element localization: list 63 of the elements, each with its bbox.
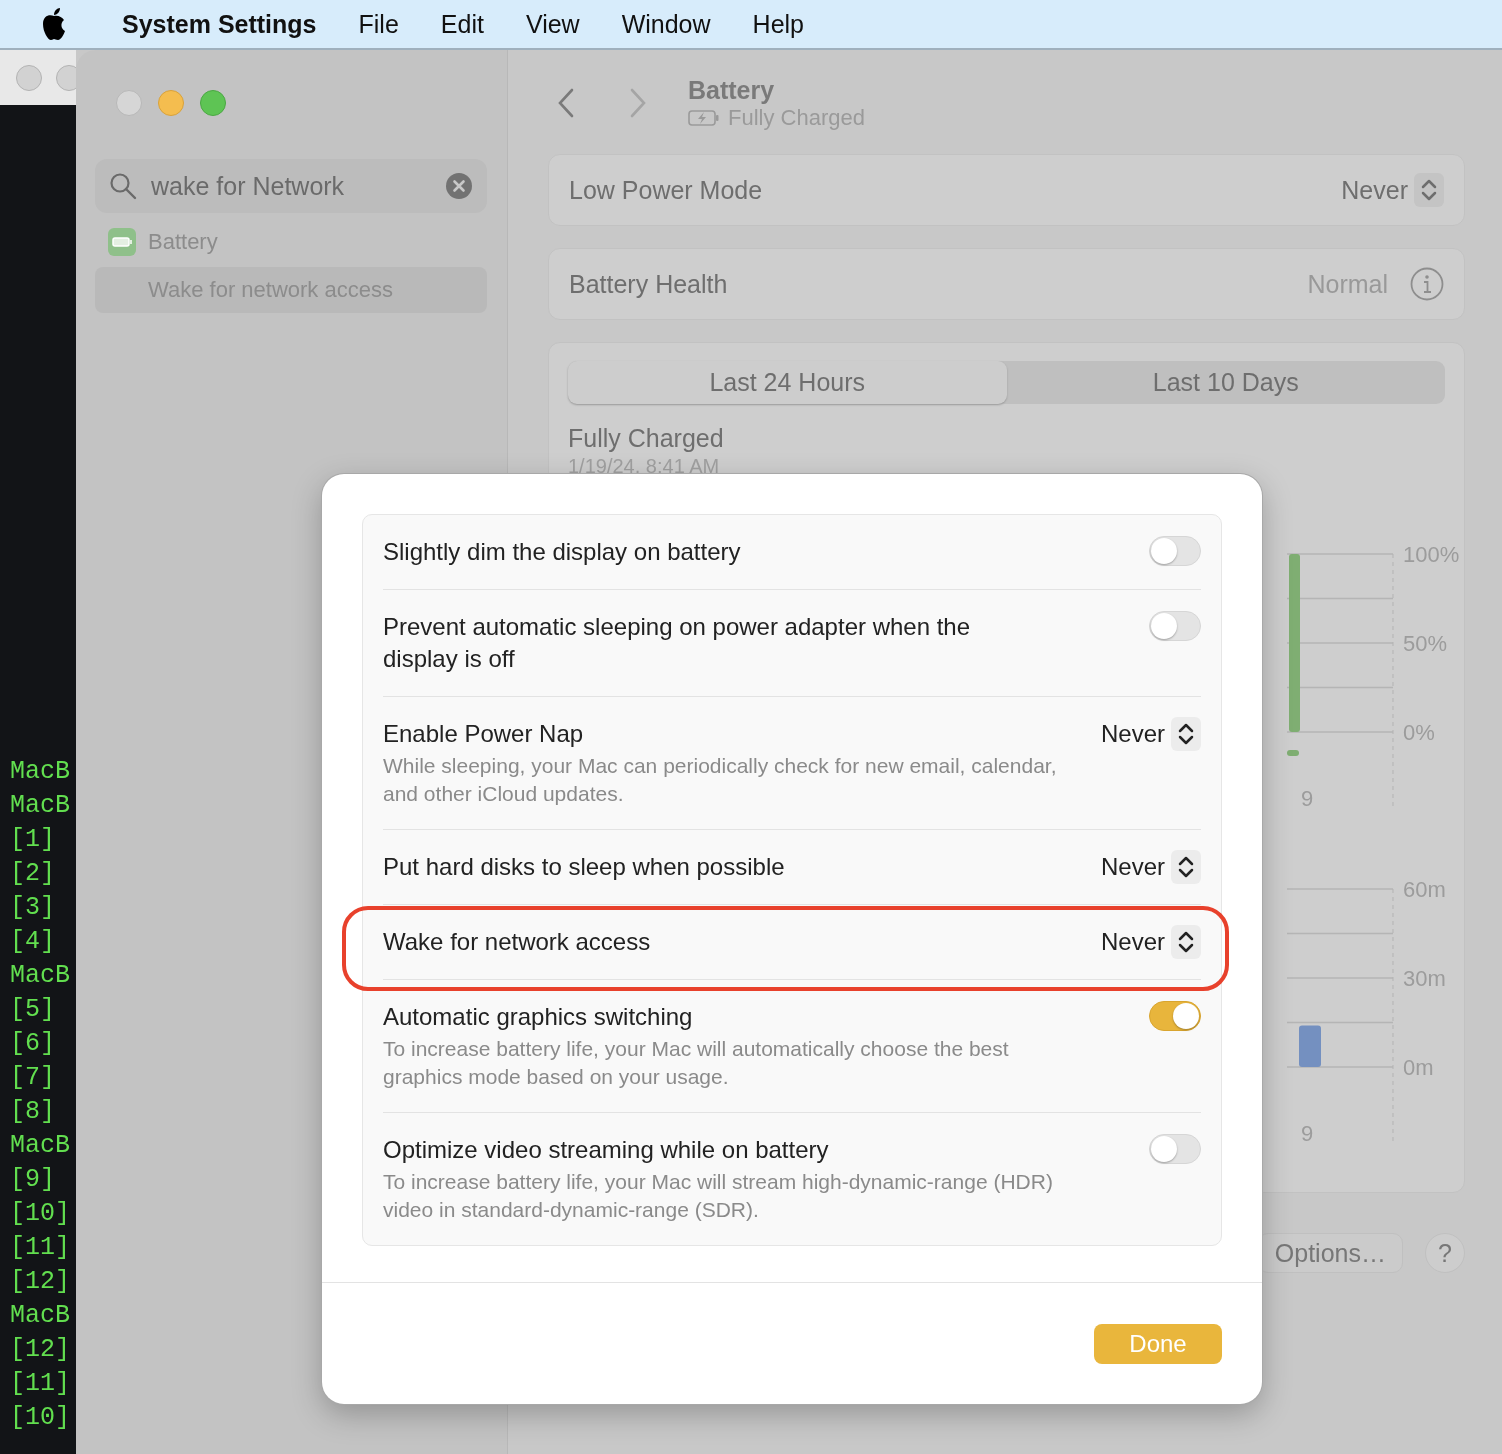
setting-label: Automatic graphics switching	[383, 1002, 694, 1032]
setting-label: Low Power Mode	[569, 175, 764, 205]
toggle-switch[interactable]	[1149, 536, 1201, 566]
terminal-line: [10]	[10, 1198, 71, 1230]
page-title: Battery	[688, 75, 776, 105]
search-icon	[109, 172, 137, 200]
menu-item[interactable]: File	[358, 9, 399, 39]
back-icon[interactable]	[556, 87, 576, 119]
clear-icon[interactable]	[445, 172, 473, 200]
setting-label: Prevent automatic sleeping on power adapter when the display is off	[383, 612, 972, 674]
terminal-line: [6]	[10, 1028, 56, 1060]
terminal-line: MacB	[10, 756, 71, 788]
terminal-line: MacB	[10, 790, 71, 822]
zoom-button[interactable]	[200, 90, 226, 116]
stepper-icon	[1414, 173, 1444, 207]
terminal-line: [4]	[10, 926, 56, 958]
toggle-switch[interactable]	[1149, 611, 1201, 641]
menu-item[interactable]: Window	[621, 9, 711, 39]
stepper-icon	[1171, 717, 1201, 751]
terminal-line: [11]	[10, 1232, 71, 1264]
toggle-switch[interactable]	[1149, 1001, 1201, 1031]
terminal-line: [11]	[10, 1368, 71, 1400]
setting-label: Battery Health	[569, 269, 729, 299]
terminal-line: [12]	[10, 1266, 71, 1298]
minimize-button[interactable]	[158, 90, 184, 116]
terminal-line: MacB	[10, 1130, 71, 1162]
charging-battery-icon	[688, 109, 720, 126]
info-icon[interactable]	[1410, 267, 1444, 301]
charging-indicator	[1287, 750, 1299, 756]
battery-icon	[108, 228, 136, 256]
menu-item[interactable]: Help	[752, 9, 804, 39]
setting-label: Enable Power Nap	[383, 719, 585, 749]
terminal-line: MacB	[10, 960, 71, 992]
menu-item[interactable]: Edit	[440, 9, 484, 39]
setting-label: Wake for network access	[383, 927, 652, 957]
forward-icon[interactable]	[628, 87, 648, 119]
terminal-line: [12]	[10, 1334, 71, 1366]
setting-description: While sleeping, your Mac can periodically check for new email, calendar, and other iCloud updates.	[383, 753, 1058, 807]
charge-status: Fully Charged	[568, 424, 725, 453]
popup-button[interactable]: Never	[1100, 926, 1201, 958]
setting-description: To increase battery life, your Mac will automatically choose the best graphics mode based on your usage.	[383, 1036, 1010, 1090]
terminal-line: MacB	[10, 1300, 71, 1332]
terminal-line: [1]	[10, 824, 56, 856]
close-button[interactable]	[116, 90, 142, 116]
terminal-line: [9]	[10, 1164, 56, 1196]
terminal-line: [10]	[10, 1402, 71, 1434]
popup-button[interactable]: Never	[1100, 851, 1201, 883]
terminal-line: [3]	[10, 892, 56, 924]
setting-description: To increase battery life, your Mac will stream high-dynamic-range (HDR) video in standard-dynamic-range (SDR).	[383, 1169, 1054, 1223]
terminal-line: [8]	[10, 1096, 56, 1128]
app-menu[interactable]: System Settings	[122, 9, 317, 39]
setting-label: Optimize video streaming while on battery	[383, 1135, 830, 1165]
stepper-icon	[1171, 925, 1201, 959]
toggle-switch[interactable]	[1149, 1134, 1201, 1164]
setting-label: Put hard disks to sleep when possible	[383, 852, 786, 882]
setting-label: Slightly dim the display on battery	[383, 537, 742, 567]
stepper-icon	[1171, 850, 1201, 884]
terminal-line: [5]	[10, 994, 56, 1026]
menu-item[interactable]: View	[525, 9, 580, 39]
popup-button[interactable]: Never	[1100, 718, 1201, 750]
terminal-line: [2]	[10, 858, 56, 890]
terminal-line: [7]	[10, 1062, 56, 1094]
apple-logo-icon[interactable]	[40, 7, 68, 41]
